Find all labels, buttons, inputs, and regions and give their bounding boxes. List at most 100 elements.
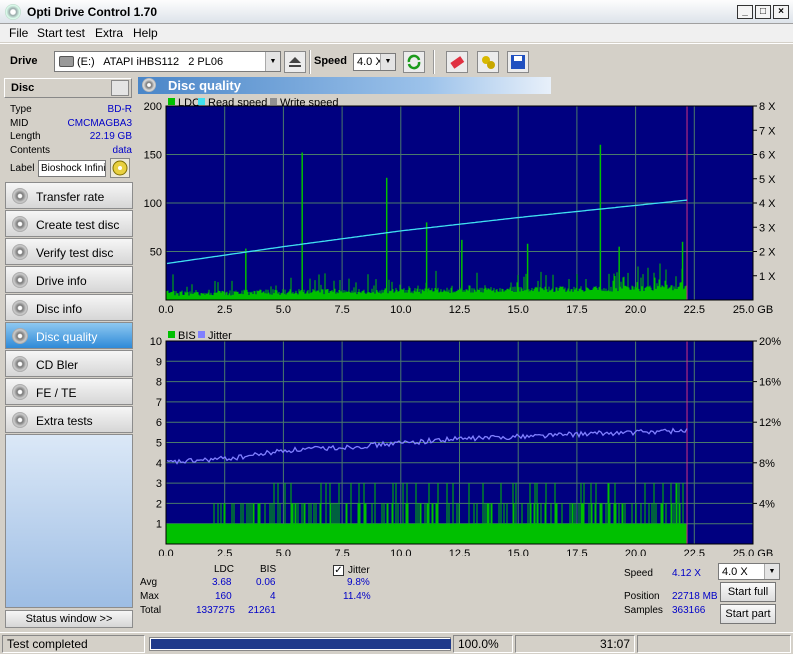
disc-contents-value: data (112, 145, 132, 156)
speed-value: 4.0 X (357, 56, 383, 68)
disc-type-value: BD-R (107, 104, 132, 115)
gears-icon (482, 56, 495, 69)
chevron-down-icon[interactable]: ▼ (380, 54, 395, 70)
start-part-button[interactable]: Start part (720, 604, 776, 624)
nav-panel-background (5, 434, 133, 608)
stats-total-label: Total (140, 605, 162, 616)
x-tick-label: 12.5 (449, 304, 470, 316)
x-tick-label: 22.5 (684, 304, 705, 316)
jitter-label: Jitter (348, 565, 370, 576)
main-panel: Disc quality LDC Read speed Write speed 0.0… (136, 76, 790, 630)
stats-avg-ldc: 3.68 (212, 577, 232, 588)
legend-swatch (168, 98, 175, 105)
legend-swatch (198, 98, 205, 105)
nav-drive-info[interactable]: Drive info (5, 266, 133, 293)
nav-disc-info[interactable]: Disc info (5, 294, 133, 321)
nav-transfer-rate[interactable]: Transfer rate (5, 182, 133, 209)
status-window-button[interactable]: Status window >> (5, 610, 133, 628)
y-tick-label: 150 (144, 150, 162, 162)
progress-bar (149, 637, 451, 651)
status-text: Test completed (2, 635, 145, 653)
eject-icon (289, 57, 301, 67)
x-tick-label: 10.0 (390, 548, 411, 556)
drive-select[interactable]: (E:) ATAPI iHBS112 2 PL06 ▼ (54, 51, 281, 72)
menu-start-test[interactable]: Start test (37, 26, 85, 40)
test-speed-select[interactable]: 4.0 X ▼ (718, 563, 780, 580)
chevron-down-icon[interactable]: ▼ (764, 564, 779, 579)
stats-total-bis: 21261 (248, 605, 276, 616)
stats-max-ldc: 160 (215, 591, 232, 602)
speed-label: Speed (314, 55, 348, 67)
disc-header-label: Disc (11, 82, 35, 94)
eject-button[interactable] (284, 51, 306, 73)
chevron-down-icon[interactable]: ▼ (265, 52, 280, 71)
nav-label: Extra tests (36, 414, 93, 428)
disc-length-label: Length (10, 131, 41, 142)
erase-button[interactable] (446, 51, 468, 73)
disc-type-row: Type BD-R (10, 104, 132, 117)
refresh-button[interactable] (403, 51, 425, 73)
disc-icon (12, 384, 28, 400)
nav-fe-te[interactable]: FE / TE (5, 378, 133, 405)
close-button[interactable]: × (773, 5, 789, 19)
y-tick-label: 5 (156, 438, 162, 450)
nav-label: Verify test disc (36, 246, 114, 260)
stats-avg-label: Avg (140, 577, 158, 588)
bis-chart: BIS Jitter 0.0 2.5 5.0 7.5 10.0 12.5 15.0 17.5 20.… (150, 330, 781, 556)
x-tick-label: 20.0 (625, 304, 646, 316)
nav-create-test-disc[interactable]: Create test disc (5, 210, 133, 237)
disc-label-input[interactable]: Bioshock Infini (38, 160, 106, 177)
ldc-chart: LDC Read speed Write speed0.0 2.5 5.0 7.5 10.0… (144, 97, 777, 316)
stats-max-label: Max (140, 591, 159, 602)
jitter-avg: 9.8% (347, 577, 370, 588)
nav-extra-tests[interactable]: Extra tests (5, 406, 133, 433)
refresh-icon (407, 54, 421, 70)
save-button[interactable] (507, 51, 529, 73)
nav-verify-test-disc[interactable]: Verify test disc (5, 238, 133, 265)
x-tick-label: 17.5 (566, 304, 587, 316)
y2-tick-label: 12% (759, 417, 781, 429)
status-empty-cell (637, 635, 791, 653)
stats-max-bis: 4 (270, 591, 276, 602)
samples-value: 363166 (672, 605, 706, 616)
menu-file[interactable]: File (9, 26, 28, 40)
jitter-checkbox[interactable]: ✓ (333, 565, 344, 576)
x-tick-label: 20.0 (625, 548, 646, 556)
y-tick-label: 1 (156, 519, 162, 531)
app-icon (5, 4, 21, 20)
x-tick-label: 0.0 (158, 304, 173, 316)
y2-tick-label: 3 X (759, 222, 776, 234)
settings-button[interactable] (477, 51, 499, 73)
disc-mid-row: MID CMCMAGBA3 (10, 118, 132, 131)
start-full-button[interactable]: Start full (720, 582, 776, 602)
legend-swatch (198, 331, 205, 338)
y2-tick-label: 16% (759, 377, 781, 389)
speed-select[interactable]: 4.0 X ▼ (353, 53, 396, 71)
y2-tick-label: 6 X (759, 150, 776, 162)
disc-icon (12, 328, 28, 344)
stats-total-ldc: 1337275 (196, 605, 235, 616)
test-speed-value: 4.0 X (722, 566, 748, 578)
menu-extra[interactable]: Extra (95, 26, 123, 40)
nav-label: Disc info (36, 302, 83, 316)
nav-label: Create test disc (36, 218, 120, 232)
nav-disc-quality[interactable]: Disc quality (5, 322, 133, 349)
y-tick-label: 7 (156, 397, 162, 409)
minimize-button[interactable]: _ (737, 5, 753, 19)
nav-cd-bler[interactable]: CD Bler (5, 350, 133, 377)
nav-label: CD Bler (36, 358, 79, 372)
disc-label-button[interactable] (110, 158, 130, 178)
disc-contents-row: Contents data (10, 145, 132, 158)
x-tick-label: 7.5 (334, 548, 349, 556)
y-tick-label: 4 (156, 458, 162, 470)
disc-header-button[interactable] (111, 80, 129, 96)
menu-help[interactable]: Help (133, 26, 158, 40)
save-icon (511, 55, 525, 69)
maximize-button[interactable]: □ (755, 5, 771, 19)
x-tick-label: 17.5 (566, 548, 587, 556)
x-tick-label: 12.5 (449, 548, 470, 556)
y2-tick-label: 20% (759, 336, 781, 348)
x-tick-label: 2.5 (217, 304, 232, 316)
x-tick-label: 15.0 (507, 304, 528, 316)
y-tick-label: 200 (144, 101, 162, 113)
